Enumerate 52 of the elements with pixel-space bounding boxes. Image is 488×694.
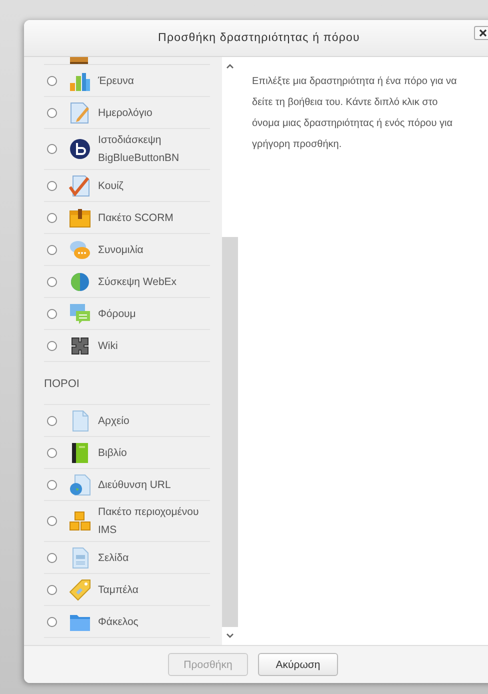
scroll-up-icon[interactable] xyxy=(226,63,234,69)
item-label[interactable]: Πακέτο SCORM xyxy=(98,208,174,226)
globe-page-icon xyxy=(69,474,91,496)
item-label[interactable]: Κουίζ xyxy=(98,176,124,194)
item-label[interactable]: Σελίδα xyxy=(98,548,129,566)
radio-button[interactable] xyxy=(47,212,57,222)
dialog-title: Προσθήκη δραστηριότητας ή πόρου xyxy=(158,32,360,44)
boxes-icon xyxy=(69,510,91,532)
puzzle-icon xyxy=(69,334,91,356)
scrollbar-thumb[interactable] xyxy=(222,237,238,627)
close-button[interactable] xyxy=(474,26,488,40)
radio-button[interactable] xyxy=(47,244,57,254)
circle-logo-icon xyxy=(69,138,91,160)
help-text: Επιλέξτε μια δραστηριότητα ή ένα πόρο για να δείτε τη βοήθεια του. Κάντε διπλό κλικ στο όνομα μιας δραστηριότητας ή ενός πόρου για γρήγορη προσθήκη. xyxy=(252,75,458,152)
radio-button[interactable] xyxy=(47,448,57,458)
item-label[interactable]: Συνομιλία xyxy=(98,240,144,258)
radio-button[interactable] xyxy=(47,108,57,118)
radio-button[interactable] xyxy=(47,416,57,426)
radio-button[interactable] xyxy=(47,144,57,154)
item-label[interactable]: Πακέτο περιοχομένου IMS xyxy=(98,503,210,539)
item-label[interactable]: Βιβλίο xyxy=(98,444,127,462)
radio-button[interactable] xyxy=(47,516,57,526)
tag-icon xyxy=(69,578,91,600)
radio-button[interactable] xyxy=(47,584,57,594)
item-label[interactable]: Αρχείο xyxy=(98,412,130,430)
box-icon xyxy=(69,206,91,228)
item-label[interactable]: Ταμπέλα xyxy=(98,580,138,598)
item-label[interactable]: Διεύθυνση URL xyxy=(98,476,171,494)
radio-button[interactable] xyxy=(47,276,57,286)
item-label[interactable]: Φάκελος xyxy=(98,612,138,630)
scroll-down-icon[interactable] xyxy=(226,633,234,639)
radio-button[interactable] xyxy=(47,180,57,190)
globe-icon xyxy=(69,270,91,292)
item-label[interactable]: Φόρουμ xyxy=(98,304,136,322)
radio-button[interactable] xyxy=(47,552,57,562)
radio-button[interactable] xyxy=(47,616,57,626)
speech-bubbles-icon xyxy=(69,302,91,324)
radio-button[interactable] xyxy=(47,480,57,490)
item-label[interactable]: Έρευνα xyxy=(98,72,134,90)
radio-button[interactable] xyxy=(47,340,57,350)
item-label[interactable]: Σύσκεψη WebEx xyxy=(98,272,177,290)
radio-button[interactable] xyxy=(47,308,57,318)
close-icon xyxy=(479,29,487,37)
section-heading: ΠΟΡΟΙ xyxy=(44,362,210,405)
item-label[interactable]: Ημερολόγιο xyxy=(98,104,152,122)
item-label[interactable]: Wiki xyxy=(98,336,118,354)
speech-bubbles-icon xyxy=(69,238,91,260)
cancel-button[interactable]: Ακύρωση xyxy=(258,653,338,676)
checkmark-page-icon xyxy=(69,174,91,196)
item-label[interactable]: Ιστοδιάσκεψη BigBlueButtonBN xyxy=(98,131,210,167)
pencil-note-icon xyxy=(69,102,91,124)
radio-button[interactable] xyxy=(47,76,57,86)
